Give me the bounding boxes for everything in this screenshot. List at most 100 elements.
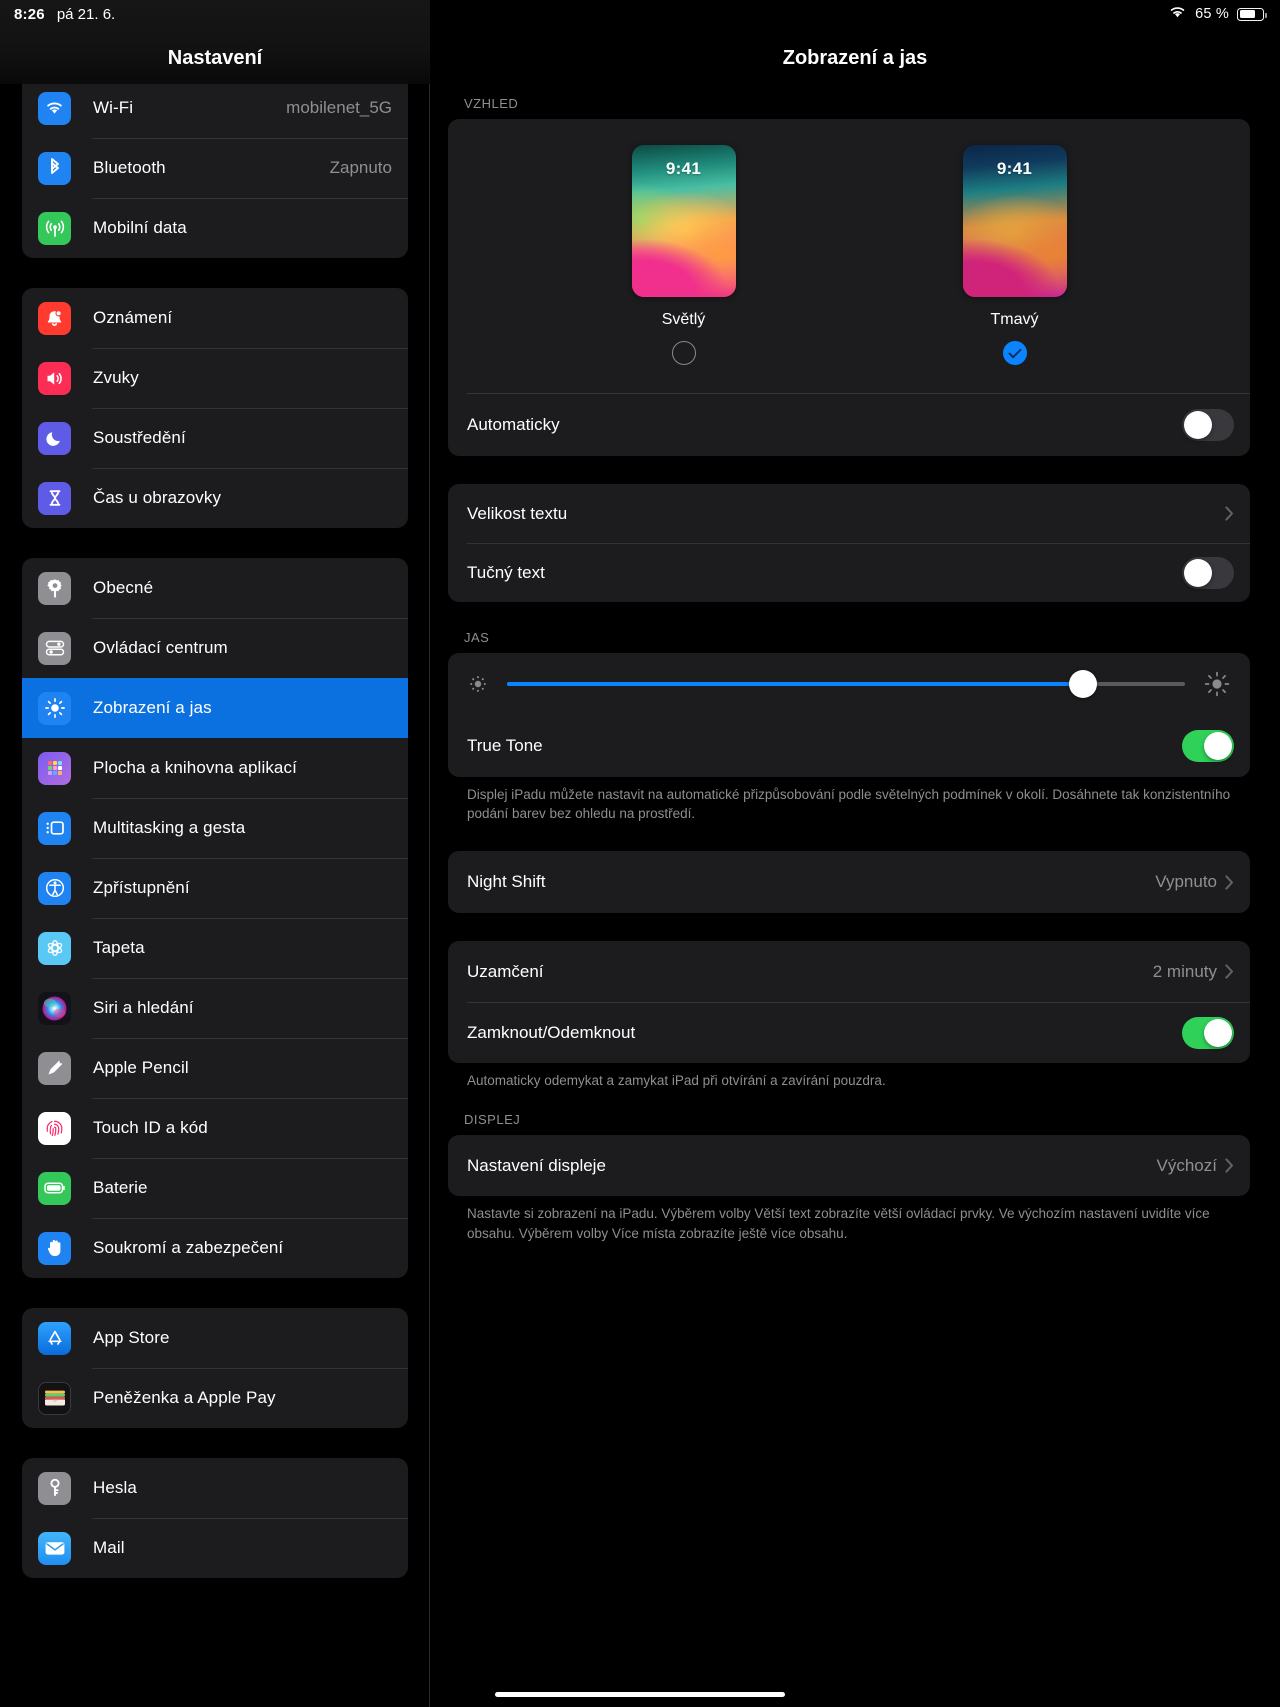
sidebar-item-wifi[interactable]: Wi-Fi mobilenet_5G <box>22 78 408 138</box>
sidebar-item-label: Multitasking a gesta <box>93 818 246 837</box>
sidebar-item-label: Tapeta <box>93 938 145 957</box>
app-grid-icon <box>38 751 71 785</box>
bell-icon <box>38 301 71 335</box>
chevron-right-icon <box>1225 506 1234 521</box>
appearance-section-header: VZHLED <box>464 96 519 111</box>
sidebar-item-label: App Store <box>93 1328 170 1347</box>
sidebar-item-battery[interactable]: Baterie <box>22 1158 408 1218</box>
sidebar-item-apple-pencil[interactable]: Apple Pencil <box>22 1038 408 1098</box>
true-tone-toggle[interactable] <box>1182 730 1234 762</box>
sidebar-item-screentime[interactable]: Čas u obrazovky <box>22 468 408 528</box>
sliders-icon <box>38 631 71 665</box>
sidebar-group-accounts: Hesla Mail <box>22 1458 408 1578</box>
appearance-option-dark[interactable]: 9:41 Tmavý <box>962 145 1067 365</box>
sidebar-item-privacy[interactable]: Soukromí a zabezpečení <box>22 1218 408 1278</box>
sidebar-item-label: Soukromí a zabezpečení <box>93 1238 284 1257</box>
sidebar-group-store: App Store Peněženka a Apple Pay <box>22 1308 408 1428</box>
sidebar-item-display-brightness[interactable]: Zobrazení a jas <box>22 678 408 738</box>
wallpaper-icon <box>38 931 71 965</box>
sidebar-item-cellular[interactable]: Mobilní data <box>22 198 408 258</box>
sidebar-group-notifications: Oznámení Zvuky Soustředění Čas u obrazov… <box>22 288 408 528</box>
sidebar-item-control-center[interactable]: Ovládací centrum <box>22 618 408 678</box>
brightness-icon <box>38 691 71 725</box>
sidebar-item-label: Zobrazení a jas <box>93 698 212 717</box>
sidebar-scroll[interactable]: Wi-Fi mobilenet_5G Bluetooth Zapnuto Mob… <box>0 0 430 1707</box>
sidebar-item-label: Peněženka a Apple Pay <box>93 1388 276 1407</box>
night-shift-row[interactable]: Night Shift Vypnuto <box>448 851 1250 913</box>
checkmark-icon <box>1008 348 1021 358</box>
auto-lock-value: 2 minuty <box>1152 961 1217 981</box>
key-icon <box>38 1471 71 1505</box>
appearance-options: 9:41 Světlý 9:41 Tmavý <box>448 119 1250 381</box>
dark-radio-button[interactable] <box>1002 341 1027 365</box>
lock-unlock-row[interactable]: Zamknout/Odemknout <box>448 1002 1250 1063</box>
sidebar-item-wallpaper[interactable]: Tapeta <box>22 918 408 978</box>
wallet-icon <box>38 1381 71 1415</box>
automatic-appearance-row[interactable]: Automaticky <box>448 394 1250 456</box>
true-tone-row[interactable]: True Tone <box>448 715 1250 777</box>
sidebar-item-label: Oznámení <box>93 308 173 327</box>
sidebar-item-bluetooth[interactable]: Bluetooth Zapnuto <box>22 138 408 198</box>
dark-wallpaper-preview: 9:41 <box>962 145 1067 297</box>
sidebar-item-label: Zpřístupnění <box>93 878 190 897</box>
app-store-icon <box>38 1321 71 1355</box>
accessibility-icon <box>38 871 71 905</box>
bold-text-label: Tučný text <box>467 562 545 582</box>
bluetooth-icon <box>38 151 71 185</box>
sidebar-item-focus[interactable]: Soustředění <box>22 408 408 468</box>
moon-icon <box>38 421 71 455</box>
sidebar-group-connectivity: Wi-Fi mobilenet_5G Bluetooth Zapnuto Mob… <box>22 78 408 258</box>
sidebar-item-mail[interactable]: Mail <box>22 1518 408 1578</box>
sidebar-item-multitasking[interactable]: Multitasking a gesta <box>22 798 408 858</box>
sidebar-item-value: mobilenet_5G <box>286 98 392 117</box>
brightness-slider-row[interactable] <box>448 653 1250 715</box>
detail-scroll[interactable]: VZHLED 9:41 Světlý 9:41 Tmavý Automatick… <box>430 0 1280 1707</box>
display-settings-row[interactable]: Nastavení displeje Výchozí <box>448 1135 1250 1196</box>
preview-time: 9:41 <box>996 159 1033 178</box>
sidebar-item-touch-id[interactable]: Touch ID a kód <box>22 1098 408 1158</box>
speaker-icon <box>38 361 71 395</box>
sidebar-item-app-store[interactable]: App Store <box>22 1308 408 1368</box>
display-card: Nastavení displeje Výchozí <box>448 1135 1250 1197</box>
sidebar-item-label: Mobilní data <box>93 218 187 237</box>
sidebar-item-passwords[interactable]: Hesla <box>22 1458 408 1518</box>
sidebar-item-label: Ovládací centrum <box>93 638 228 657</box>
sidebar-item-siri[interactable]: Siri a hledání <box>22 978 408 1038</box>
sidebar-item-label: Mail <box>93 1538 125 1557</box>
appearance-option-light[interactable]: 9:41 Světlý <box>631 145 736 365</box>
display-settings-value: Výchozí <box>1156 1155 1217 1175</box>
sun-large-icon <box>1203 670 1231 698</box>
chevron-right-icon <box>1225 875 1234 890</box>
sidebar-item-general[interactable]: Obecné <box>22 558 408 618</box>
chevron-right-icon <box>1225 964 1234 979</box>
home-indicator[interactable] <box>495 1692 785 1697</box>
automatic-toggle[interactable] <box>1182 409 1234 441</box>
brightness-section-header: JAS <box>464 630 490 645</box>
auto-lock-row[interactable]: Uzamčení 2 minuty <box>448 941 1250 1002</box>
sidebar-item-label: Apple Pencil <box>93 1058 189 1077</box>
lock-unlock-toggle[interactable] <box>1182 1016 1234 1049</box>
text-size-row[interactable]: Velikost textu <box>448 484 1250 543</box>
battery-icon <box>38 1171 71 1205</box>
sidebar-item-accessibility[interactable]: Zpřístupnění <box>22 858 408 918</box>
sidebar-item-wallet[interactable]: Peněženka a Apple Pay <box>22 1368 408 1428</box>
bold-text-row[interactable]: Tučný text <box>448 543 1250 602</box>
hand-icon <box>38 1231 71 1265</box>
sun-small-icon <box>467 673 489 695</box>
sidebar-item-label: Obecné <box>93 578 154 597</box>
sidebar-item-home-screen[interactable]: Plocha a knihovna aplikací <box>22 738 408 798</box>
brightness-slider-track[interactable] <box>507 670 1185 698</box>
lock-card: Uzamčení 2 minuty Zamknout/Odemknout <box>448 941 1250 1064</box>
night-shift-card: Night Shift Vypnuto <box>448 851 1250 914</box>
sidebar-item-label: Hesla <box>93 1478 137 1497</box>
sidebar-item-notifications[interactable]: Oznámení <box>22 288 408 348</box>
detail-pane: VZHLED 9:41 Světlý 9:41 Tmavý Automatick… <box>430 0 1280 1707</box>
appearance-card: 9:41 Světlý 9:41 Tmavý Automaticky <box>448 119 1250 456</box>
light-radio-button[interactable] <box>671 341 696 365</box>
fingerprint-icon <box>38 1111 71 1145</box>
sidebar-item-label: Soustředění <box>93 428 186 447</box>
settings-sidebar[interactable]: Wi-Fi mobilenet_5G Bluetooth Zapnuto Mob… <box>0 0 430 1707</box>
sidebar-item-label: Zvuky <box>93 368 139 387</box>
sidebar-item-sounds[interactable]: Zvuky <box>22 348 408 408</box>
bold-text-toggle[interactable] <box>1182 556 1234 589</box>
